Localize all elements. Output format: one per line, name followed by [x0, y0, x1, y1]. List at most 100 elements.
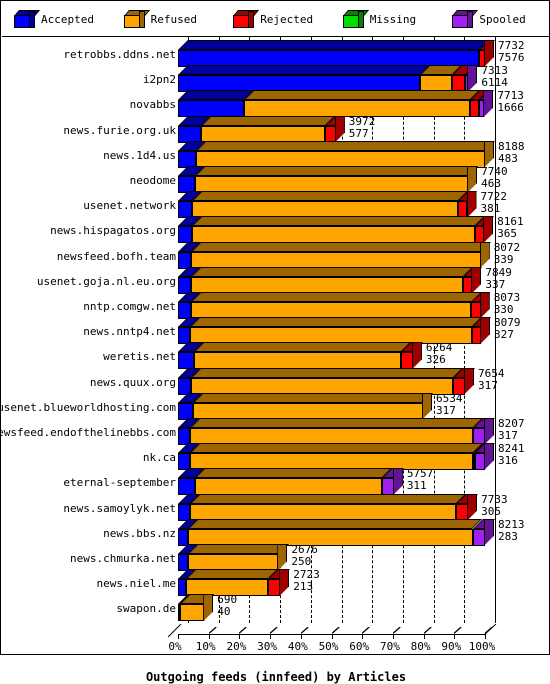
x-tick-diagonal — [423, 627, 432, 634]
bar-segment-top-accepted — [178, 40, 489, 50]
bar-segment-top-accepted — [178, 65, 430, 76]
legend-label: Missing — [369, 12, 417, 26]
bar-row-label: news.1d4.us — [103, 148, 176, 162]
bar-segment-top-refused — [190, 317, 482, 328]
bar-value-labels: 2676 250 — [291, 544, 318, 568]
bar-value-labels: 6264 326 — [426, 342, 453, 366]
x-tick-label: 50% — [318, 640, 339, 653]
cube-icon — [233, 10, 260, 28]
bar-value-labels: 7722 381 — [481, 191, 508, 215]
bar-row-label: news.niel.me — [96, 577, 176, 591]
bar-segment-top-accepted — [178, 90, 255, 101]
bar-segment-top-refused — [244, 90, 480, 101]
bar-segment-top-refused — [190, 241, 491, 252]
bar-value-labels: 7740 463 — [481, 166, 508, 190]
bar-accepted-value: 317 — [478, 378, 498, 392]
x-tick-diagonal — [392, 627, 401, 634]
bar-row-label: retrobbs.ddns.net — [63, 48, 176, 61]
bar-accepted-value: 6114 — [481, 76, 508, 90]
bar-segment-top-refused — [187, 544, 289, 554]
bar-row-label: news.nntp4.net — [83, 325, 176, 339]
bar-segment-top-refused — [191, 216, 485, 227]
bar-segment-side-refused — [467, 166, 478, 193]
bar-row-label: news.quux.org — [89, 375, 176, 389]
bar-row-label: news.furie.org.uk — [63, 123, 176, 137]
chart-page: Accepted Refused Rejected Missing Spooled re… — [0, 0, 550, 684]
bar-row-label: news.hispagatos.org — [50, 224, 176, 238]
x-tick-diagonal — [362, 627, 370, 634]
bar-segment-top-refused — [189, 418, 483, 428]
bar-segment-refused[interactable] — [180, 604, 205, 622]
x-tick-diagonal — [270, 627, 278, 634]
bar-accepted-value: 305 — [481, 504, 501, 518]
legend-label: Rejected — [260, 12, 314, 26]
bar-segment-top-refused — [189, 443, 483, 454]
x-axis-title: Outgoing feeds (innfeed) by Articles — [145, 670, 407, 684]
bar-segment-top-refused — [195, 166, 479, 176]
bar-segment-side-rejected — [471, 266, 482, 294]
bar-value-labels: 7713 1666 — [497, 90, 524, 114]
bar-segment-top-refused — [188, 518, 483, 529]
legend-item-accepted: Accepted — [2, 10, 112, 28]
bar-segment-side-refused — [479, 241, 490, 269]
bar-accepted-value: 7576 — [498, 51, 525, 64]
bar-accepted-value: 483 — [498, 151, 518, 165]
bar-segment-side-spooled — [392, 468, 403, 496]
axis-left-diagonal — [168, 624, 182, 638]
bar-segment-top-refused — [196, 140, 495, 151]
bar-total-value: 6534 — [435, 391, 463, 405]
bar-segment-top-refused — [190, 367, 463, 378]
bar-row-label: usenet.network — [83, 199, 176, 213]
bar-segment-top-refused — [192, 191, 469, 202]
bar-segment-side-spooled — [483, 90, 494, 118]
bar-row-label: weretis.net — [103, 350, 176, 364]
bar-segment-side-rejected — [479, 292, 490, 319]
bar-segment-side-spooled — [484, 443, 494, 471]
bar-segment-top-refused — [190, 292, 482, 302]
bar-segment-top-refused — [194, 468, 392, 479]
bar-accepted-value: 317 — [435, 403, 456, 417]
cube-icon — [342, 10, 369, 28]
bar-total-value: 7654 — [478, 366, 505, 380]
bar-row-label: neodome — [129, 174, 176, 187]
bar-segment-side-rejected — [484, 40, 494, 67]
bar-segment-side-spooled — [484, 418, 494, 445]
bar-value-labels: 8207 317 — [498, 418, 525, 442]
bar-segment-top-refused — [192, 392, 433, 403]
bar-accepted-value: 463 — [481, 177, 501, 190]
bar-segment-top-refused — [201, 115, 336, 126]
x-tick-diagonal — [239, 627, 248, 634]
bar-value-labels: 7654 317 — [478, 366, 505, 392]
bar-segment-side-refused — [484, 140, 494, 168]
bar-total-value: 8213 — [498, 517, 525, 531]
legend-label: Spooled — [479, 12, 526, 26]
x-tick-diagonal — [300, 627, 309, 634]
bar-accepted-value: 381 — [480, 202, 501, 216]
x-tick-label: 100% — [468, 640, 496, 653]
bar-total-value: 3972 — [348, 114, 376, 128]
bar-value-labels: 3972 577 — [348, 114, 376, 140]
bar-segment-side-refused — [421, 392, 432, 420]
bar-value-labels: 8072 339 — [494, 241, 521, 266]
bar-segment-top-refused — [193, 342, 411, 353]
legend-item-missing: Missing — [331, 10, 441, 28]
legend-item-refused: Refused — [112, 10, 222, 28]
bar-segment-side-spooled — [467, 65, 478, 93]
bar-accepted-value: 330 — [493, 303, 514, 316]
bar-segment-top-refused — [191, 266, 474, 277]
x-tick-label: 80% — [410, 640, 431, 653]
bar-value-labels: 8241 316 — [498, 443, 525, 467]
bar-value-labels: 8213 283 — [498, 517, 525, 543]
x-axis: 0% 10% 20% 30% 40% 50% 60% 70% 80% 90% 100% — [2, 620, 550, 654]
bar-value-labels: 8073 330 — [494, 292, 521, 316]
x-tick-label: 70% — [379, 640, 400, 653]
bar-total-value: 7849 — [485, 265, 512, 279]
bar-row-label: novabbs — [129, 98, 176, 112]
cube-icon — [452, 10, 479, 28]
bar-accepted-value: 213 — [293, 580, 314, 594]
x-tick-label: 90% — [441, 640, 462, 653]
x-tick-diagonal — [331, 627, 340, 634]
bar-segment-side-rejected — [464, 367, 475, 395]
bar-accepted-value: 365 — [497, 227, 517, 241]
chart-legend: Accepted Refused Rejected Missing Spooled — [2, 2, 550, 37]
